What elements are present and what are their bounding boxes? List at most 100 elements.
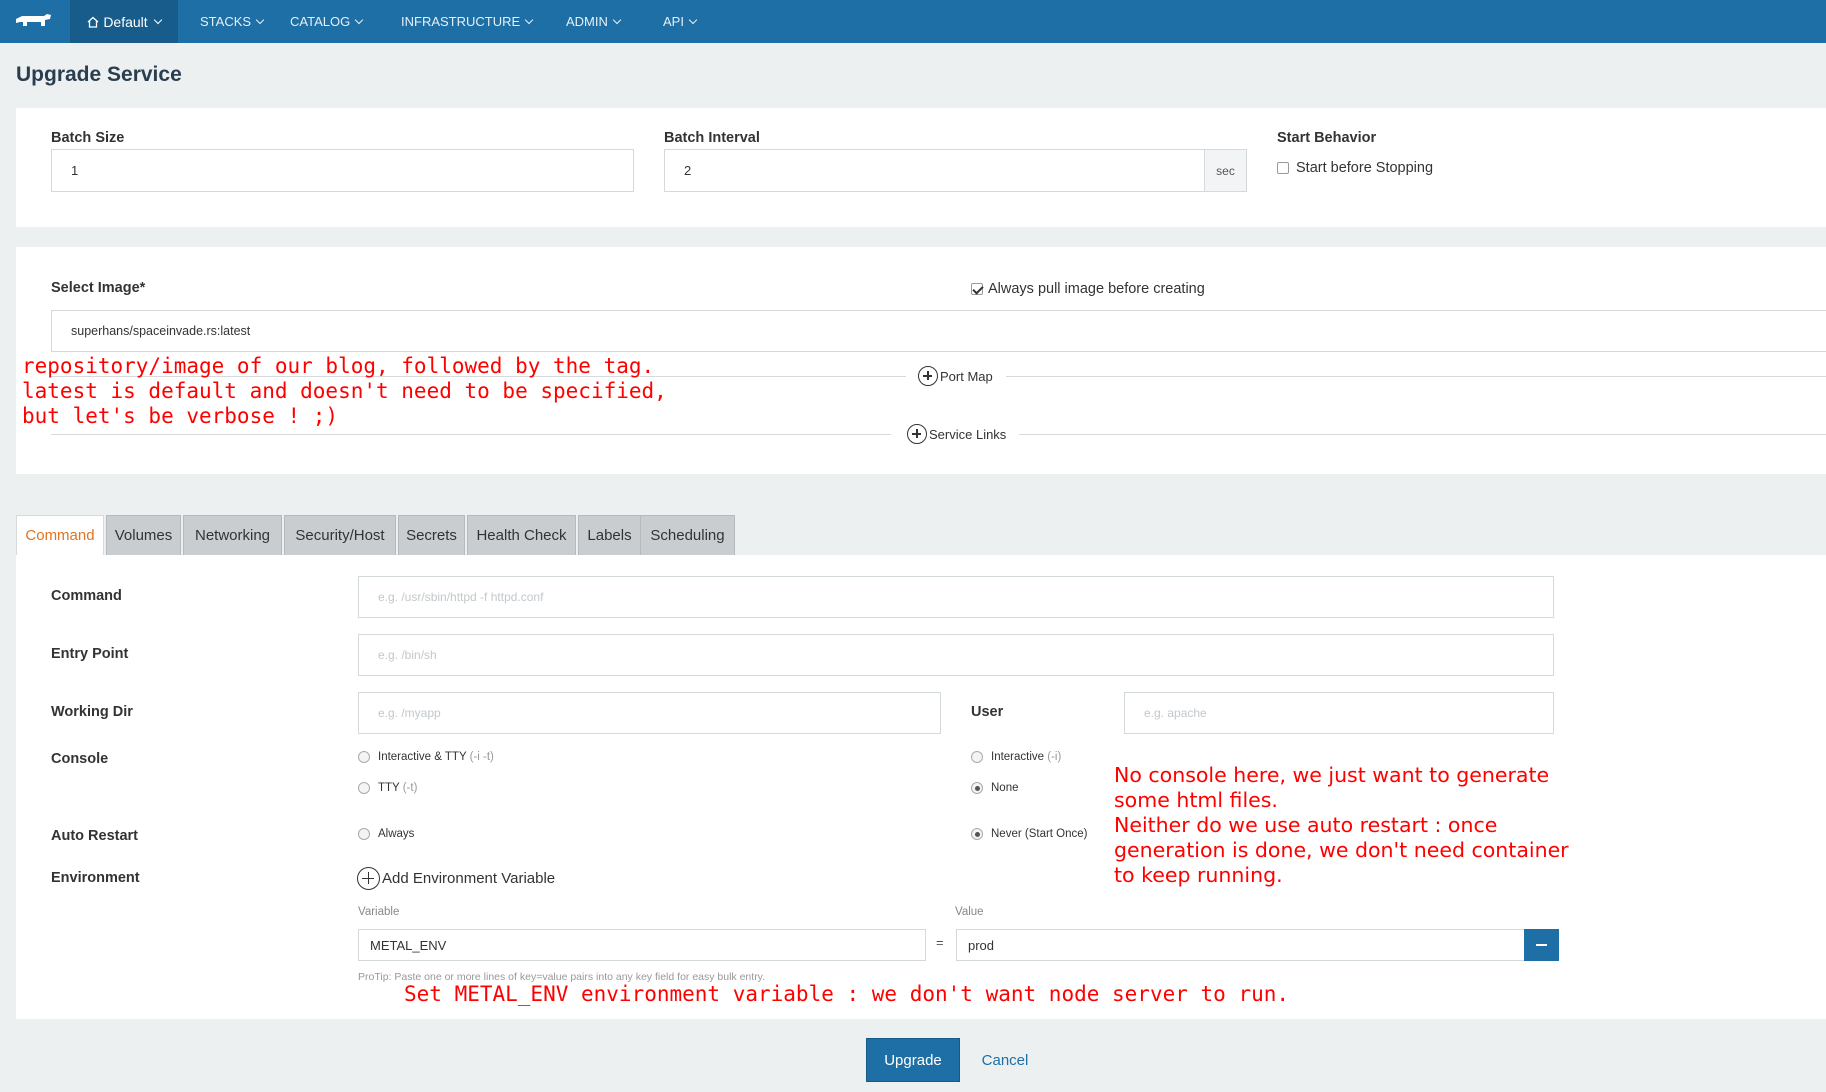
tab-command[interactable]: Command xyxy=(16,515,104,556)
radio-button-selected[interactable] xyxy=(971,828,983,840)
chevron-down-icon xyxy=(153,15,162,24)
nav-catalog-label: CATALOG xyxy=(290,14,351,29)
radio-button[interactable] xyxy=(358,782,370,794)
add-env-label: Add Environment Variable xyxy=(382,870,556,887)
console-option-interactive-tty[interactable]: Interactive & TTY (-i -t) xyxy=(358,751,494,763)
nav-admin[interactable]: ADMIN xyxy=(566,0,622,43)
environment-label: Environment xyxy=(51,870,140,886)
chevron-down-icon xyxy=(255,15,265,24)
equals-sign: = xyxy=(936,935,944,950)
radio-button[interactable] xyxy=(971,751,983,763)
console-option-interactive[interactable]: Interactive (-i) xyxy=(971,751,1061,763)
console-annotation: No console here, we just want to generat… xyxy=(1114,763,1569,887)
nav-infrastructure[interactable]: INFRASTRUCTURE xyxy=(401,0,534,43)
upgrade-button[interactable]: Upgrade xyxy=(866,1038,960,1082)
always-pull-checkbox[interactable] xyxy=(971,283,983,295)
batch-interval-label: Batch Interval xyxy=(664,130,760,146)
nav-stacks-label: STACKS xyxy=(200,14,252,29)
user-input[interactable]: e.g. apache xyxy=(1124,692,1554,734)
image-input[interactable]: superhans/spaceinvade.rs:latest xyxy=(51,310,1826,352)
always-pull-label: Always pull image before creating xyxy=(988,281,1205,297)
service-links-label: Service Links xyxy=(929,426,1007,442)
working-dir-input[interactable]: e.g. /myapp xyxy=(358,692,941,734)
divider xyxy=(1006,376,1826,377)
nav-infrastructure-label: INFRASTRUCTURE xyxy=(401,14,521,29)
option-hint: (-t) xyxy=(402,782,418,794)
nav-api[interactable]: API xyxy=(663,0,698,43)
option-label: Interactive & TTY xyxy=(378,751,467,763)
option-label: Always xyxy=(378,828,415,840)
auto-restart-option-never[interactable]: Never (Start Once) xyxy=(971,828,1088,840)
option-label: None xyxy=(991,782,1019,794)
port-map-label: Port Map xyxy=(940,368,993,384)
rancher-logo[interactable] xyxy=(0,0,66,43)
divider xyxy=(1019,434,1826,435)
plus-circle-icon xyxy=(907,424,927,444)
radio-button-selected[interactable] xyxy=(971,782,983,794)
nav-api-label: API xyxy=(663,14,684,29)
radio-button[interactable] xyxy=(358,751,370,763)
value-header: Value xyxy=(955,906,984,918)
tab-volumes[interactable]: Volumes xyxy=(106,515,181,556)
add-env-variable-button[interactable]: Add Environment Variable xyxy=(357,867,555,890)
tab-labels[interactable]: Labels xyxy=(578,515,641,556)
option-hint: (-i -t) xyxy=(469,751,494,763)
minus-icon xyxy=(1536,943,1547,947)
chevron-down-icon xyxy=(354,15,364,24)
service-links-button[interactable]: Service Links xyxy=(907,424,1006,444)
env-variable-input[interactable]: METAL_ENV xyxy=(358,929,926,961)
plus-circle-icon xyxy=(357,867,380,890)
variable-header: Variable xyxy=(358,906,400,918)
tab-networking[interactable]: Networking xyxy=(183,515,282,556)
auto-restart-option-always[interactable]: Always xyxy=(358,828,414,840)
command-input[interactable]: e.g. /usr/sbin/httpd -f httpd.conf xyxy=(358,576,1554,618)
home-icon xyxy=(87,16,99,28)
option-label: TTY xyxy=(378,782,400,794)
command-label: Command xyxy=(51,588,122,604)
port-map-button[interactable]: Port Map xyxy=(918,366,993,386)
chevron-down-icon xyxy=(612,15,622,24)
chevron-down-icon xyxy=(688,15,698,24)
option-hint: (-i) xyxy=(1047,751,1062,763)
top-nav: Default STACKS CATALOG INFRASTRUCTURE AD… xyxy=(0,0,1826,43)
batch-size-label: Batch Size xyxy=(51,130,125,146)
start-before-stopping-option[interactable]: Start before Stopping xyxy=(1277,160,1433,176)
plus-circle-icon xyxy=(918,366,938,386)
cancel-button[interactable]: Cancel xyxy=(970,1038,1040,1082)
start-before-stopping-checkbox[interactable] xyxy=(1277,162,1289,174)
radio-button[interactable] xyxy=(358,828,370,840)
tab-scheduling[interactable]: Scheduling xyxy=(640,515,735,556)
environment-label: Default xyxy=(103,13,148,30)
env-annotation: Set METAL_ENV environment variable : we … xyxy=(404,982,1290,1006)
auto-restart-label: Auto Restart xyxy=(51,828,139,844)
tab-security-host[interactable]: Security/Host xyxy=(284,515,396,556)
entry-point-input[interactable]: e.g. /bin/sh xyxy=(358,634,1554,676)
entry-point-label: Entry Point xyxy=(51,646,129,662)
tab-health-check[interactable]: Health Check xyxy=(467,515,576,556)
nav-admin-label: ADMIN xyxy=(566,14,608,29)
start-before-stopping-label: Start before Stopping xyxy=(1296,160,1434,176)
console-option-none[interactable]: None xyxy=(971,782,1019,794)
console-option-tty[interactable]: TTY (-t) xyxy=(358,782,417,794)
environment-selector[interactable]: Default xyxy=(70,0,178,43)
remove-env-button[interactable] xyxy=(1524,929,1559,961)
select-image-label: Select Image* xyxy=(51,280,146,296)
tab-secrets[interactable]: Secrets xyxy=(398,515,465,556)
chevron-down-icon xyxy=(524,15,534,24)
image-annotation: repository/image of our blog, followed b… xyxy=(22,354,667,428)
nav-stacks[interactable]: STACKS xyxy=(200,0,265,43)
console-label: Console xyxy=(51,751,109,767)
batch-interval-unit: sec xyxy=(1204,149,1247,192)
start-behavior-label: Start Behavior xyxy=(1277,130,1377,146)
always-pull-option[interactable]: Always pull image before creating xyxy=(971,281,1205,297)
divider xyxy=(51,434,891,435)
nav-catalog[interactable]: CATALOG xyxy=(290,0,364,43)
option-label: Interactive xyxy=(991,751,1045,763)
page-title: Upgrade Service xyxy=(16,63,182,86)
batch-interval-input[interactable]: 2 xyxy=(664,149,1205,192)
working-dir-label: Working Dir xyxy=(51,704,133,720)
env-value-input[interactable]: prod xyxy=(956,929,1525,961)
user-label: User xyxy=(971,704,1004,720)
batch-size-input[interactable]: 1 xyxy=(51,149,634,192)
option-label: Never (Start Once) xyxy=(991,828,1088,840)
